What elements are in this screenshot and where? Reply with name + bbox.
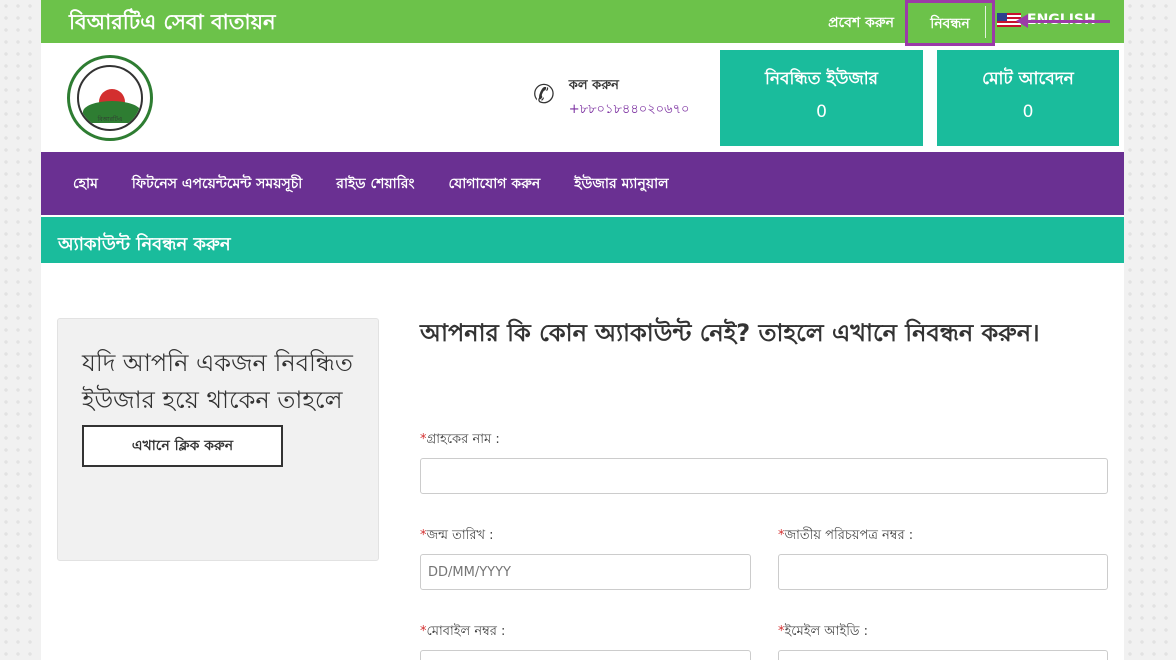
total-applications-stat: মোট আবেদন 0 (937, 50, 1119, 146)
nav-item-contact[interactable]: যোগাযোগ করুন (448, 172, 540, 196)
site-title[interactable]: বিআরটিএ সেবা বাতায়ন (69, 6, 276, 41)
mobile-label-text: মোবাইল নম্বর : (426, 624, 506, 639)
nav-item-user-manual[interactable]: ইউজার ম্যানুয়াল (574, 172, 668, 196)
click-here-button[interactable]: এখানে ক্লিক করুন (82, 425, 283, 468)
main-nav: হোম ফিটনেস এপয়েন্টমেন্ট সময়সূচী রাইড শ… (41, 152, 1124, 215)
header: বিআরটিএ ✆ কল করুন +৮৮০১৮৪৪০২০৬৭০ নিবন্ধি… (41, 43, 1124, 152)
background-pattern-right (1124, 0, 1176, 660)
stat-label: নিবন্ধিত ইউজার (764, 69, 879, 89)
login-link[interactable]: প্রবেশ করুন (828, 11, 894, 35)
registered-users-stat: নিবন্ধিত ইউজার 0 (720, 50, 923, 146)
stat-value: 0 (1022, 102, 1034, 122)
nav-item-home[interactable]: হোম (73, 172, 98, 196)
dob-label-text: জন্ম তারিখ : (426, 528, 494, 543)
background-pattern-left (0, 0, 40, 660)
phone-icon: ✆ (533, 80, 555, 110)
nid-label: *জাতীয় পরিচয়পত্র নম্বর : (778, 526, 913, 547)
email-input[interactable] (778, 650, 1108, 660)
call-label: কল করুন (568, 78, 619, 93)
nav-item-ride-sharing[interactable]: রাইড শেয়ারিং (336, 172, 414, 196)
logo-text: বিআরটিএ (97, 116, 123, 123)
customer-name-input[interactable] (420, 458, 1108, 494)
nid-label-text: জাতীয় পরিচয়পত্র নম্বর : (784, 528, 914, 543)
mobile-label: *মোবাইল নম্বর : (420, 622, 505, 643)
name-label-text: গ্রাহকের নাম : (426, 432, 500, 447)
top-bar: বিআরটিএ সেবা বাতায়ন প্রবেশ করুন নিবন্ধন… (41, 0, 1124, 46)
stat-value: 0 (816, 102, 827, 122)
call-number[interactable]: +৮৮০১৮৪৪০২০৬৭০ (569, 100, 690, 121)
page-container: বিআরটিএ সেবা বাতায়ন প্রবেশ করুন নিবন্ধন… (41, 0, 1124, 660)
section-title: অ্যাকাউন্ট নিবন্ধন করুন (41, 215, 1124, 263)
existing-user-card: যদি আপনি একজন নিবন্ধিত ইউজার হয়ে থাকেন … (57, 318, 379, 561)
logo-emblem-icon: বিআরটিএ (77, 65, 143, 131)
email-label: *ইমেইল আইডি : (778, 622, 868, 643)
dob-input[interactable] (420, 554, 751, 590)
brta-logo[interactable]: বিআরটিএ (67, 55, 153, 141)
mobile-input[interactable] (420, 650, 751, 660)
nid-input[interactable] (778, 554, 1108, 590)
nav-item-fitness-schedule[interactable]: ফিটনেস এপয়েন্টমেন্ট সময়সূচী (132, 172, 302, 196)
register-link[interactable]: নিবন্ধন (905, 0, 995, 46)
call-info: ✆ কল করুন +৮৮০১৮৪৪০২০৬৭০ (533, 76, 689, 121)
name-label: *গ্রাহকের নাম : (420, 430, 500, 451)
form-title: আপনার কি কোন অ্যাকাউন্ট নেই? তাহলে এখানে… (420, 319, 1040, 347)
top-bar-divider (985, 6, 986, 38)
annotation-arrow-icon (1016, 14, 1110, 28)
dob-label: *জন্ম তারিখ : (420, 526, 494, 547)
existing-user-text: যদি আপনি একজন নিবন্ধিত ইউজার হয়ে থাকেন … (82, 349, 353, 415)
stat-label: মোট আবেদন (982, 69, 1074, 89)
email-label-text: ইমেইল আইডি : (784, 624, 869, 639)
